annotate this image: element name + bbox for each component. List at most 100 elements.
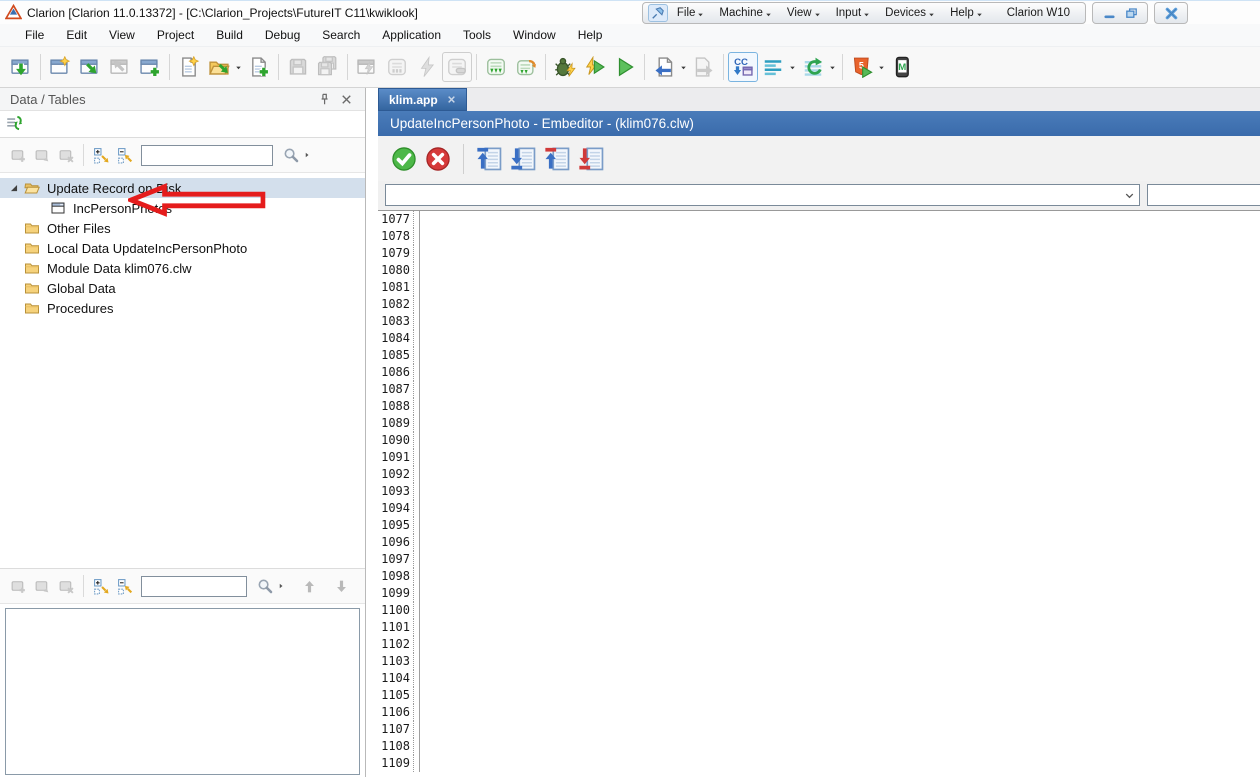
win-open-button[interactable] [75, 52, 105, 82]
code-line-1090[interactable]: 1090 [378, 432, 1260, 449]
code-line-1079[interactable]: 1079 [378, 245, 1260, 262]
vm-menu-devices[interactable]: Devices [878, 7, 943, 19]
tree-expander-icon[interactable] [7, 181, 21, 195]
menu-file[interactable]: File [14, 25, 55, 45]
tree-item-local-data-updateincpersonphoto[interactable]: Local Data UpdateIncPersonPhoto [0, 238, 365, 258]
code-line-1088[interactable]: 1088 [378, 398, 1260, 415]
code-line-1099[interactable]: 1099 [378, 585, 1260, 602]
embed-point-combobox[interactable] [385, 184, 1140, 206]
folder-open-button[interactable] [204, 52, 234, 82]
doc-back-button[interactable] [649, 52, 679, 82]
code-line-1080[interactable]: 1080 [378, 262, 1260, 279]
code-line-1107[interactable]: 1107 [378, 721, 1260, 738]
tree-filter-input[interactable] [141, 145, 273, 166]
vm-menu-machine[interactable]: Machine [712, 7, 779, 19]
tree-item-incpersonphotos[interactable]: IncPersonPhotos [0, 198, 365, 218]
html-run-dropdown-caret[interactable] [877, 58, 887, 76]
code-line-1083[interactable]: 1083 [378, 313, 1260, 330]
code-line-1103[interactable]: 1103 [378, 653, 1260, 670]
expand-all-button[interactable] [89, 143, 113, 167]
code-line-1095[interactable]: 1095 [378, 517, 1260, 534]
search-icon[interactable] [253, 574, 277, 598]
code-line-1102[interactable]: 1102 [378, 636, 1260, 653]
secondary-box[interactable] [1147, 184, 1260, 206]
embed-next-button[interactable] [506, 142, 540, 176]
tree-filter-input[interactable] [141, 576, 247, 597]
code-line-1105[interactable]: 1105 [378, 687, 1260, 704]
code-line-1085[interactable]: 1085 [378, 347, 1260, 364]
menu-debug[interactable]: Debug [254, 25, 311, 45]
flash-run-button[interactable] [580, 52, 610, 82]
code-line-1087[interactable]: 1087 [378, 381, 1260, 398]
code-line-1091[interactable]: 1091 [378, 449, 1260, 466]
code-line-1092[interactable]: 1092 [378, 466, 1260, 483]
menu-help[interactable]: Help [567, 25, 614, 45]
vm-menu-file[interactable]: File [670, 7, 713, 19]
vm-menu-view[interactable]: View [780, 7, 829, 19]
tab-close-icon[interactable] [445, 93, 458, 106]
tree-item-module-data-klim076-clw[interactable]: Module Data klim076.clw [0, 258, 365, 278]
code-line-1096[interactable]: 1096 [378, 534, 1260, 551]
search-icon[interactable] [279, 143, 303, 167]
menu-view[interactable]: View [98, 25, 146, 45]
embed-prev-filled-button[interactable] [540, 142, 574, 176]
mobile-button[interactable]: M [887, 52, 917, 82]
code-line-1106[interactable]: 1106 [378, 704, 1260, 721]
code-line-1098[interactable]: 1098 [378, 568, 1260, 585]
grid-run-button[interactable] [481, 52, 511, 82]
code-line-1089[interactable]: 1089 [378, 415, 1260, 432]
code-line-1104[interactable]: 1104 [378, 670, 1260, 687]
menu-tools[interactable]: Tools [452, 25, 502, 45]
code-line-1084[interactable]: 1084 [378, 330, 1260, 347]
code-line-1078[interactable]: 1078 [378, 228, 1260, 245]
code-line-1108[interactable]: 1108 [378, 738, 1260, 755]
code-line-1086[interactable]: 1086 [378, 364, 1260, 381]
html-run-button[interactable]: 5 [847, 52, 877, 82]
fmt-redo-dropdown-caret[interactable] [828, 58, 838, 76]
code-line-1109[interactable]: 1109 [378, 755, 1260, 772]
win-new-button[interactable] [45, 52, 75, 82]
debug-button[interactable] [550, 52, 580, 82]
tree-item-procedures[interactable]: Procedures [0, 298, 365, 318]
menu-edit[interactable]: Edit [55, 25, 98, 45]
fields-listbox[interactable] [5, 608, 360, 775]
folder-open-dropdown-caret[interactable] [234, 58, 244, 76]
tab-klim-app[interactable]: klim.app [378, 88, 467, 111]
search-options-caret[interactable] [303, 149, 311, 161]
menu-application[interactable]: Application [371, 25, 452, 45]
vm-close-button[interactable] [1160, 5, 1182, 21]
tree-item-global-data[interactable]: Global Data [0, 278, 365, 298]
menu-project[interactable]: Project [146, 25, 205, 45]
doc-back-dropdown-caret[interactable] [679, 58, 689, 76]
vm-menu-help[interactable]: Help [943, 7, 991, 19]
code-line-1077[interactable]: 1077 [378, 211, 1260, 228]
win-add-button[interactable] [135, 52, 165, 82]
vm-pin-icon[interactable] [648, 4, 668, 22]
embed-prev-button[interactable] [472, 142, 506, 176]
menu-window[interactable]: Window [502, 25, 567, 45]
fmt-lines-button[interactable] [758, 52, 788, 82]
tree-item-update-record-on-disk[interactable]: Update Record on Disk [0, 178, 365, 198]
accept-button[interactable] [387, 142, 421, 176]
code-line-1094[interactable]: 1094 [378, 500, 1260, 517]
sync-tables-icon[interactable] [5, 114, 25, 134]
fmt-redo-button[interactable] [798, 52, 828, 82]
code-line-1093[interactable]: 1093 [378, 483, 1260, 500]
vm-restore-button[interactable] [1120, 5, 1142, 21]
run-button[interactable] [610, 52, 640, 82]
gen-app-button[interactable] [6, 52, 36, 82]
pin-icon[interactable] [317, 92, 333, 108]
cancel-button[interactable] [421, 142, 455, 176]
code-line-1097[interactable]: 1097 [378, 551, 1260, 568]
menu-search[interactable]: Search [311, 25, 371, 45]
embed-next-filled-button[interactable] [574, 142, 608, 176]
close-icon[interactable] [339, 92, 355, 108]
search-options-caret[interactable] [277, 580, 285, 592]
tree-item-other-files[interactable]: Other Files [0, 218, 365, 238]
code-line-1100[interactable]: 1100 [378, 602, 1260, 619]
code-editor[interactable]: 1077107810791080108110821083108410851086… [378, 210, 1260, 777]
code-line-1082[interactable]: 1082 [378, 296, 1260, 313]
vm-min-button[interactable] [1098, 5, 1120, 21]
expand-all-button[interactable] [89, 574, 113, 598]
menu-build[interactable]: Build [205, 25, 254, 45]
